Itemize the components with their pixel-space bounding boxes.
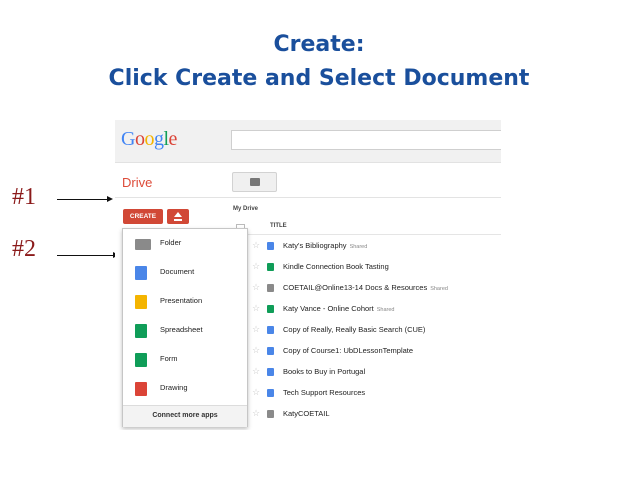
file-row[interactable]: ☆ Copy of Really, Really Basic Search (CU… bbox=[252, 321, 501, 342]
file-row[interactable]: ☆ Kindle Connection Book Tasting bbox=[252, 258, 501, 279]
file-name[interactable]: Books to Buy in Portugal bbox=[283, 367, 365, 376]
star-icon[interactable]: ☆ bbox=[252, 367, 260, 376]
create-menu-item-presentation[interactable]: Presentation bbox=[123, 288, 247, 316]
file-name[interactable]: KatyCOETAIL bbox=[283, 409, 330, 418]
file-row[interactable]: ☆ Copy of Course1: UbDLessonTemplate bbox=[252, 342, 501, 363]
file-row[interactable]: ☆ KatyCOETAIL bbox=[252, 405, 501, 426]
section-title: My Drive bbox=[233, 206, 259, 212]
shared-badge: Shared bbox=[430, 286, 448, 292]
column-header-title[interactable]: TITLE bbox=[270, 223, 287, 229]
star-icon[interactable]: ☆ bbox=[252, 325, 260, 334]
file-row[interactable]: ☆ Katy's Bibliography Shared bbox=[252, 237, 501, 258]
shared-badge: Shared bbox=[376, 307, 395, 313]
search-input[interactable] bbox=[231, 130, 501, 150]
file-row[interactable]: ☆ Books to Buy in Portugal bbox=[252, 363, 501, 384]
menu-item-label: Folder bbox=[160, 238, 182, 247]
spreadsheet-icon bbox=[135, 324, 147, 338]
menu-item-label: Form bbox=[160, 354, 178, 363]
upload-icon bbox=[174, 212, 182, 217]
file-name[interactable]: Copy of Really, Really Basic Search (CUE… bbox=[283, 325, 425, 334]
upload-button[interactable] bbox=[167, 209, 189, 224]
file-name[interactable]: Kindle Connection Book Tasting bbox=[283, 262, 389, 271]
toolbar-divider bbox=[115, 197, 501, 198]
new-folder-button[interactable] bbox=[232, 172, 277, 192]
create-menu-item-drawing[interactable]: Drawing bbox=[123, 375, 247, 403]
file-name[interactable]: Katy's Bibliography Shared bbox=[283, 241, 367, 250]
google-topbar: Google bbox=[115, 120, 501, 163]
document-icon bbox=[135, 266, 147, 280]
star-icon[interactable]: ☆ bbox=[252, 241, 260, 250]
file-row[interactable]: ☆ Tech Support Resources bbox=[252, 384, 501, 405]
doc-icon bbox=[267, 326, 274, 334]
new-folder-icon bbox=[250, 178, 260, 186]
drawing-icon bbox=[135, 382, 147, 396]
file-name[interactable]: COETAIL@Online13-14 Docs & Resources Shar… bbox=[283, 283, 448, 292]
drive-screenshot: Google Drive CREATE My Drive TITLE ☆ Katy… bbox=[115, 120, 501, 430]
folder-icon bbox=[135, 239, 151, 250]
spreadsheet-icon bbox=[267, 305, 274, 313]
step-1-arrow bbox=[57, 196, 113, 202]
shared-badge: Shared bbox=[349, 244, 368, 250]
file-name[interactable]: Tech Support Resources bbox=[283, 388, 365, 397]
file-name[interactable]: Katy Vance - Online Cohort Shared bbox=[283, 304, 395, 313]
connect-more-apps-button[interactable]: Connect more apps bbox=[123, 405, 247, 427]
step-1-marker: #1 bbox=[12, 184, 36, 210]
step-2-arrow bbox=[57, 252, 119, 258]
drive-app-name: Drive bbox=[122, 175, 153, 190]
create-menu-item-document[interactable]: Document bbox=[123, 259, 247, 287]
file-row[interactable]: ☆ Katy Vance - Online Cohort Shared bbox=[252, 300, 501, 321]
menu-item-label: Spreadsheet bbox=[160, 325, 203, 334]
step-2-marker: #2 bbox=[12, 236, 36, 262]
file-name[interactable]: Copy of Course1: UbDLessonTemplate bbox=[283, 346, 413, 355]
folder-icon bbox=[267, 410, 274, 418]
presentation-icon bbox=[135, 295, 147, 309]
create-menu-item-form[interactable]: Form bbox=[123, 346, 247, 374]
doc-icon bbox=[267, 242, 274, 250]
doc-icon bbox=[267, 389, 274, 397]
form-icon bbox=[135, 353, 147, 367]
menu-item-label: Presentation bbox=[160, 296, 203, 305]
menu-item-label: Drawing bbox=[160, 383, 188, 392]
slide-title-line2: Click Create and Select Document bbox=[108, 66, 530, 91]
star-icon[interactable]: ☆ bbox=[252, 409, 260, 418]
doc-icon bbox=[267, 368, 274, 376]
shared-folder-icon bbox=[267, 284, 274, 292]
create-menu-item-spreadsheet[interactable]: Spreadsheet bbox=[123, 317, 247, 345]
file-row[interactable]: ☆ COETAIL@Online13-14 Docs & Resources Sha… bbox=[252, 279, 501, 300]
slide-title-line1: Create: bbox=[273, 32, 365, 57]
menu-item-label: Document bbox=[160, 267, 195, 276]
star-icon[interactable]: ☆ bbox=[252, 346, 260, 355]
star-icon[interactable]: ☆ bbox=[252, 283, 260, 292]
star-icon[interactable]: ☆ bbox=[252, 262, 260, 271]
star-icon[interactable]: ☆ bbox=[252, 304, 260, 313]
google-logo[interactable]: Google bbox=[121, 128, 177, 151]
create-button[interactable]: CREATE bbox=[123, 209, 163, 224]
form-icon bbox=[267, 263, 274, 271]
create-menu-item-folder[interactable]: Folder bbox=[123, 230, 247, 258]
doc-icon bbox=[267, 347, 274, 355]
star-icon[interactable]: ☆ bbox=[252, 388, 260, 397]
create-menu: Folder Document Presentation Spreadsheet For… bbox=[122, 228, 248, 427]
